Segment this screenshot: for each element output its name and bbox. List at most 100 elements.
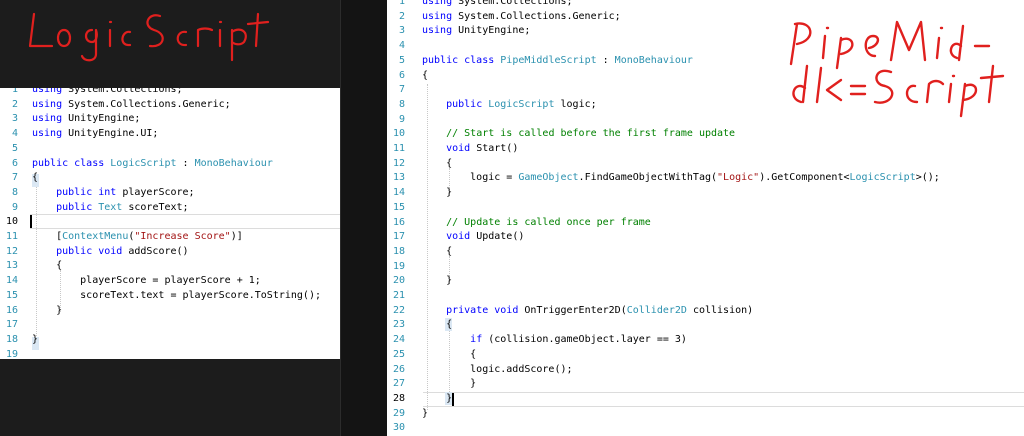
line-number: 5 (11, 142, 18, 154)
line-number: 14 (392, 187, 405, 199)
line-number: 9 (398, 113, 405, 125)
code-line[interactable]: 13 logic = GameObject.FindGameObjectWith… (387, 171, 1024, 185)
line-number: 26 (392, 363, 405, 375)
line-number: 20 (392, 275, 405, 287)
line-number: 16 (392, 216, 405, 228)
code-line[interactable]: 25 { (387, 348, 1024, 362)
code-line[interactable]: 19 (0, 348, 340, 359)
code-line[interactable]: 22 private void OnTriggerEnter2D(Collide… (387, 304, 1024, 318)
code-line[interactable]: 11 void Start() (387, 142, 1024, 156)
logic-script-handwritten-label (28, 12, 270, 62)
code-line[interactable]: 17 void Update() (387, 230, 1024, 244)
code-text: // Start is called before the first fram… (446, 128, 736, 140)
line-number: 18 (392, 245, 405, 257)
line-number: 3 (398, 25, 405, 37)
code-text: logic.addScore(); (422, 363, 573, 375)
code-text: } (32, 333, 39, 345)
code-line[interactable]: 17 (0, 318, 340, 332)
line-number: 15 (392, 201, 405, 213)
line-number: 13 (392, 172, 405, 184)
code-line[interactable]: 18} (0, 333, 340, 347)
line-number: 4 (11, 128, 18, 140)
line-number: 22 (392, 304, 405, 316)
code-line[interactable]: 20 } (387, 274, 1024, 288)
line-number: 12 (5, 245, 18, 257)
code-line[interactable]: 12 { (387, 157, 1024, 171)
code-line[interactable]: 23 { (387, 318, 1024, 332)
code-line[interactable]: 30 (387, 421, 1024, 435)
code-line[interactable]: 14 playerScore = playerScore + 1; (0, 274, 340, 288)
pipe-middle-script-editor[interactable]: 1 using System.Collections; 2 using System.… (387, 0, 1024, 436)
code-text: void Update() (446, 231, 525, 243)
code-text: { (32, 172, 39, 184)
code-line[interactable]: 28 } (387, 392, 1024, 406)
code-text: } (422, 407, 429, 419)
code-text: playerScore = playerScore + 1; (32, 275, 261, 287)
code-line[interactable]: 10 // Start is called before the first f… (387, 127, 1024, 141)
line-number: 24 (392, 334, 405, 346)
code-line[interactable]: 11 [ContextMenu("Increase Score")] (0, 230, 340, 244)
code-line[interactable]: 19 (387, 260, 1024, 274)
pipe-middle-script-handwritten-label (789, 20, 1005, 118)
line-number: 11 (5, 231, 18, 242)
line-number: 5 (398, 54, 405, 66)
code-line[interactable]: 18 { (387, 245, 1024, 259)
code-text: public class LogicScript : MonoBehaviour (32, 157, 273, 169)
line-number: 15 (5, 289, 18, 301)
code-text: { (422, 157, 453, 169)
code-line[interactable]: 2 using System.Collections.Generic; (0, 98, 340, 112)
line-number: 2 (398, 10, 405, 22)
code-text: [ContextMenu("Increase Score")] (32, 231, 243, 242)
line-number: 9 (11, 201, 18, 213)
line-number: 2 (11, 98, 18, 110)
line-number: 7 (11, 172, 18, 184)
code-line[interactable]: 8 public int playerScore; (0, 186, 340, 200)
code-line[interactable]: 15 scoreText.text = playerScore.ToString… (0, 289, 340, 303)
code-line[interactable]: 3 using UnityEngine; (0, 112, 340, 126)
line-number: 6 (398, 69, 405, 81)
line-number: 1 (398, 0, 405, 7)
line-number: 28 (392, 392, 405, 404)
code-line[interactable]: 13 { (0, 259, 340, 273)
code-line[interactable]: 4 using UnityEngine.UI; (0, 127, 340, 141)
logic-script-editor[interactable]: 1 using System.Collections; 2 using System.… (0, 88, 340, 359)
code-line[interactable]: 29} (387, 407, 1024, 421)
code-line[interactable]: 26 logic.addScore(); (387, 363, 1024, 377)
code-line[interactable]: 16 // Update is called once per frame (387, 216, 1024, 230)
code-text: public LogicScript logic; (446, 98, 597, 110)
code-text: { (32, 260, 63, 272)
code-line[interactable]: 15 (387, 201, 1024, 215)
code-line[interactable]: 9 public Text scoreText; (0, 201, 340, 215)
code-text: private void OnTriggerEnter2D(Collider2D… (446, 304, 754, 316)
code-line[interactable]: 16 } (0, 304, 340, 318)
code-line[interactable]: 27 } (387, 377, 1024, 391)
code-text: scoreText.text = playerScore.ToString(); (32, 289, 321, 301)
code-line[interactable]: 5 (0, 142, 340, 156)
code-line[interactable]: 12 public void addScore() (0, 245, 340, 259)
line-number: 10 (392, 128, 405, 140)
code-text: using System.Collections.Generic; (422, 10, 621, 22)
code-text: { (422, 319, 453, 331)
line-number: 11 (392, 143, 405, 154)
code-line[interactable]: 10 (0, 215, 340, 229)
code-text: // Update is called once per frame (446, 216, 651, 228)
code-text: public void addScore() (56, 245, 189, 257)
code-line[interactable]: 1 using System.Collections; (0, 88, 340, 97)
line-number: 1 (11, 88, 18, 95)
code-text: public int playerScore; (56, 186, 195, 198)
code-line[interactable]: 6 public class LogicScript : MonoBehaviou… (0, 157, 340, 171)
line-number: 18 (5, 333, 18, 345)
code-text: } (422, 275, 453, 287)
code-line[interactable]: 7{ (0, 171, 340, 185)
code-line[interactable]: 21 (387, 289, 1024, 303)
code-text: } (32, 304, 63, 316)
code-line[interactable]: 14 } (387, 186, 1024, 200)
code-line[interactable]: 24 if (collision.gameObject.layer == 3) (387, 333, 1024, 347)
line-number: 23 (392, 319, 405, 331)
code-text: using UnityEngine.UI; (32, 128, 159, 140)
line-number: 21 (392, 290, 405, 301)
line-number: 13 (5, 260, 18, 272)
line-number: 17 (392, 231, 405, 243)
code-text: if (collision.gameObject.layer == 3) (470, 334, 687, 346)
line-number: 4 (398, 40, 405, 52)
